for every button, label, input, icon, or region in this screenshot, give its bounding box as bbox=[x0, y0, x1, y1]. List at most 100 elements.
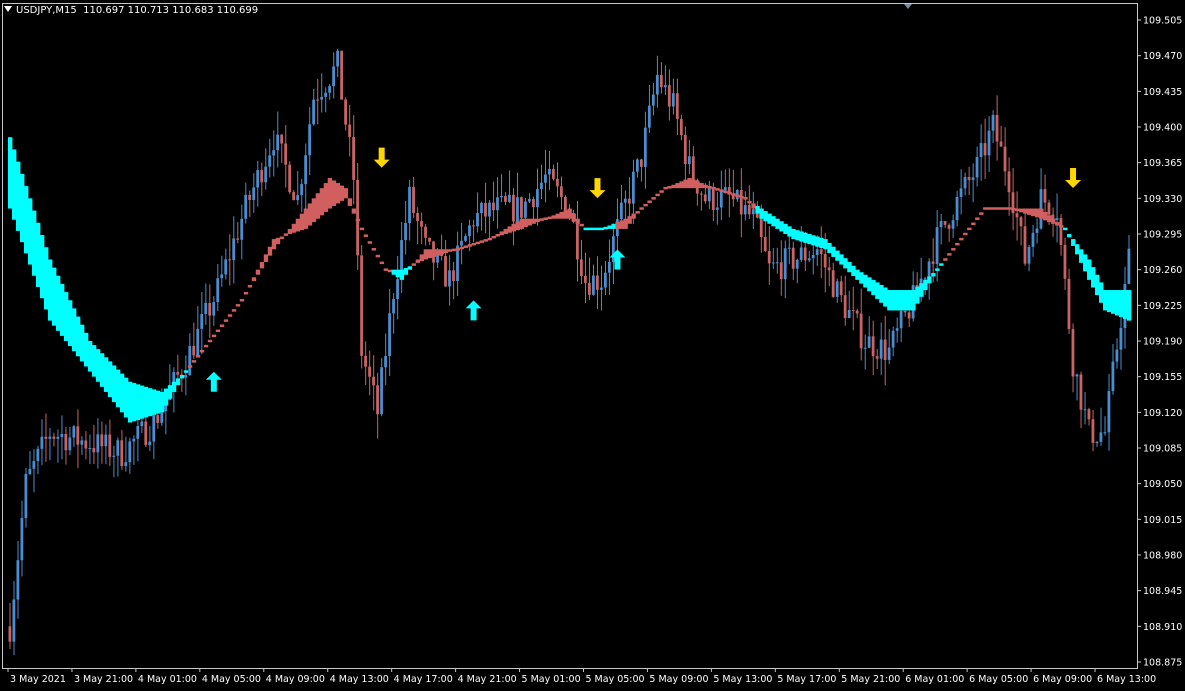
candle-body bbox=[16, 560, 20, 600]
trend-band-segment bbox=[931, 273, 936, 277]
trend-band-segment bbox=[247, 284, 253, 288]
trend-band-segment bbox=[571, 213, 576, 222]
x-tick-label: 5 May 09:00 bbox=[649, 674, 708, 685]
trend-band-segment bbox=[359, 227, 365, 231]
trend-band-segment bbox=[719, 189, 724, 192]
candle-body bbox=[448, 270, 451, 287]
trend-band-segment bbox=[1099, 282, 1104, 303]
candle-body bbox=[963, 177, 967, 189]
candle-body bbox=[32, 461, 36, 469]
candle-body bbox=[36, 448, 40, 462]
trend-band-segment bbox=[927, 276, 932, 284]
candle-body bbox=[460, 240, 463, 246]
trend-band-segment bbox=[487, 237, 492, 241]
shift-marker-icon bbox=[904, 4, 912, 9]
candle-body bbox=[368, 366, 371, 377]
candle-body bbox=[320, 96, 324, 100]
candle-body bbox=[504, 196, 507, 202]
candle-body bbox=[783, 248, 787, 280]
candle-body bbox=[699, 193, 703, 195]
trend-band-segment bbox=[603, 226, 608, 230]
candle-body bbox=[1107, 391, 1111, 433]
trend-band-segment bbox=[83, 332, 89, 367]
trend-band-segment bbox=[219, 324, 225, 327]
trend-band-segment bbox=[1095, 274, 1100, 296]
candle-body bbox=[260, 170, 264, 183]
trend-band-segment bbox=[1079, 249, 1084, 263]
chart-window[interactable]: 109.505 109.470 109.435 109.400 109.365 109.3… bbox=[0, 0, 1185, 691]
candle-body bbox=[344, 99, 347, 125]
chart-header[interactable]: USDJPY,M15 110.697 110.713 110.683 110.6… bbox=[4, 5, 258, 16]
trend-band-segment bbox=[331, 180, 337, 206]
chart-plot[interactable]: 109.505 109.470 109.435 109.400 109.365 109.3… bbox=[0, 0, 1185, 691]
candle-body bbox=[743, 205, 747, 215]
candle-body bbox=[707, 187, 711, 202]
candle-body bbox=[556, 178, 559, 187]
candle-body bbox=[444, 255, 447, 287]
trend-band-segment bbox=[575, 218, 580, 224]
sell-arrow-icon bbox=[373, 147, 390, 168]
trend-band-segment bbox=[1123, 290, 1128, 319]
candle-body bbox=[975, 156, 979, 178]
trend-band-segment bbox=[427, 249, 433, 259]
trend-band-segment bbox=[275, 237, 281, 245]
trend-band-segment bbox=[1023, 208, 1028, 214]
trend-band-segment bbox=[23, 186, 29, 254]
trend-band-segment bbox=[259, 262, 265, 269]
trend-band-segment bbox=[363, 234, 369, 237]
candle-body bbox=[508, 194, 511, 202]
candle-body bbox=[659, 74, 663, 88]
trend-band-segment bbox=[267, 246, 273, 256]
trend-band-segment bbox=[31, 210, 37, 276]
candle-body bbox=[496, 197, 499, 211]
candle-body bbox=[20, 518, 24, 561]
candle-body bbox=[835, 281, 839, 297]
trend-band-segment bbox=[11, 149, 17, 220]
candle-body bbox=[991, 114, 995, 131]
trend-band-segment bbox=[911, 290, 916, 311]
candle-body bbox=[771, 262, 775, 264]
trend-band-segment bbox=[983, 207, 988, 210]
candle-body bbox=[384, 355, 387, 368]
candle-body bbox=[84, 440, 88, 449]
candle-body bbox=[931, 261, 935, 264]
candle-body bbox=[951, 220, 955, 229]
candle-body bbox=[815, 249, 819, 255]
trend-band-segment bbox=[307, 203, 313, 226]
trend-band-segment bbox=[423, 249, 429, 260]
trend-band-segment bbox=[607, 225, 612, 229]
trend-band-segment bbox=[763, 211, 768, 222]
chevron-down-icon[interactable] bbox=[4, 6, 12, 12]
candle-body bbox=[404, 223, 407, 241]
trend-band-segment bbox=[839, 254, 844, 265]
trend-band-layer bbox=[8, 137, 1132, 423]
candle-body bbox=[388, 313, 391, 356]
trend-band-segment bbox=[979, 212, 984, 215]
candle-body bbox=[811, 254, 815, 259]
trend-band-segment bbox=[71, 308, 77, 352]
y-tick-label: 109.330 bbox=[1143, 194, 1182, 205]
trend-band-segment bbox=[495, 234, 500, 237]
candle-body bbox=[316, 99, 320, 101]
axes-layer: 109.505 109.470 109.435 109.400 109.365 109.3… bbox=[2, 3, 1182, 685]
trend-band-segment bbox=[1067, 234, 1072, 238]
y-tick-label: 109.085 bbox=[1143, 444, 1182, 455]
candle-body bbox=[220, 274, 224, 279]
candle-body bbox=[711, 187, 715, 210]
trend-band-segment bbox=[155, 390, 161, 414]
candle-body bbox=[124, 462, 128, 467]
y-tick-label: 108.980 bbox=[1143, 551, 1182, 562]
x-tick-label: 6 May 13:00 bbox=[1097, 674, 1156, 685]
trend-band-segment bbox=[1043, 211, 1048, 221]
candle-body bbox=[583, 275, 587, 283]
candle-body bbox=[939, 221, 943, 228]
candle-body bbox=[1099, 432, 1103, 442]
trend-band-segment bbox=[1083, 254, 1088, 272]
candle-body bbox=[723, 187, 727, 191]
trend-band-segment bbox=[1051, 218, 1056, 224]
candle-body bbox=[204, 302, 208, 315]
trend-band-segment bbox=[743, 197, 748, 200]
trend-band-segment bbox=[195, 355, 201, 358]
trend-band-segment bbox=[579, 223, 584, 227]
candle-body bbox=[280, 134, 284, 144]
